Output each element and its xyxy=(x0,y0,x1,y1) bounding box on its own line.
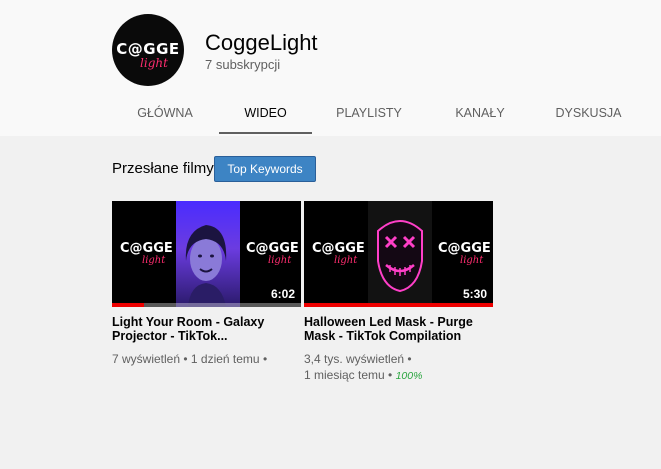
top-keywords-button[interactable]: Top Keywords xyxy=(214,156,316,182)
video-card[interactable]: C@GGE light C@GGE light 5:30 Halloween L… xyxy=(304,201,493,384)
tab-channels[interactable]: KANAŁY xyxy=(432,94,528,134)
video-metadata: 7 wyświetleń • 1 dzień temu • xyxy=(112,351,301,367)
video-thumbnail[interactable]: C@GGE light C@GGE light 6:02 xyxy=(112,201,301,307)
thumb-brand-sub-left: light xyxy=(142,255,166,266)
video-age: 1 miesiąc temu • xyxy=(304,368,393,382)
video-title-line: Mask - TikTok Compilation xyxy=(304,329,462,343)
watch-progress-bar xyxy=(112,303,301,307)
channel-avatar[interactable]: C@GGE light xyxy=(112,14,184,86)
video-card[interactable]: C@GGE light C@GGE light 6:02 Light Your … xyxy=(112,201,301,367)
video-age-line: 1 miesiąc temu • 100% xyxy=(304,367,493,384)
watch-progress-bar xyxy=(304,303,493,307)
video-title-line: Light Your Room - Galaxy xyxy=(112,315,265,329)
thumb-mask-image xyxy=(368,201,432,307)
video-title[interactable]: Light Your Room - Galaxy Projector - Tik… xyxy=(112,315,301,343)
avatar-logo-sub: light xyxy=(140,56,168,70)
thumb-brand-right: C@GGE xyxy=(246,241,299,256)
video-title-line: Halloween Led Mask - Purge xyxy=(304,315,473,329)
video-title-line: Projector - TikTok... xyxy=(112,329,228,343)
channel-name: CoggeLight xyxy=(205,30,318,55)
video-duration: 5:30 xyxy=(462,287,487,301)
subscriber-count: 7 subskrypcji xyxy=(205,57,281,72)
video-views-age: 7 wyświetleń • 1 dzień temu • xyxy=(112,352,268,366)
tab-videos[interactable]: WIDEO xyxy=(219,94,312,134)
watch-progress-fill xyxy=(304,303,493,307)
thumb-person-image xyxy=(176,201,240,307)
tab-home[interactable]: GŁÓWNA xyxy=(112,94,218,134)
thumb-brand-right: C@GGE xyxy=(438,241,491,256)
channel-header: C@GGE light CoggeLight 7 subskrypcji GŁÓ… xyxy=(0,0,661,136)
video-thumbnail[interactable]: C@GGE light C@GGE light 5:30 xyxy=(304,201,493,307)
video-title[interactable]: Halloween Led Mask - Purge Mask - TikTok… xyxy=(304,315,493,343)
thumb-brand-sub-right: light xyxy=(268,255,292,266)
watch-progress-fill xyxy=(112,303,145,307)
tab-discussion[interactable]: DYSKUSJA xyxy=(544,94,633,134)
video-metadata: 3,4 tys. wyświetleń • 1 miesiąc temu • 1… xyxy=(304,351,493,384)
thumb-brand-sub-left: light xyxy=(334,255,358,266)
neon-mask-icon xyxy=(377,220,423,293)
like-percentage: 100% xyxy=(395,370,423,382)
tab-playlists[interactable]: PLAYLISTY xyxy=(322,94,416,134)
uploads-title: Przesłane filmy xyxy=(112,160,214,177)
video-views: 3,4 tys. wyświetleń • xyxy=(304,352,412,366)
video-duration: 6:02 xyxy=(270,287,295,301)
person-silhouette-icon xyxy=(185,225,227,307)
thumb-brand-left: C@GGE xyxy=(120,241,173,256)
thumb-brand-sub-right: light xyxy=(460,255,484,266)
thumb-brand-left: C@GGE xyxy=(312,241,365,256)
